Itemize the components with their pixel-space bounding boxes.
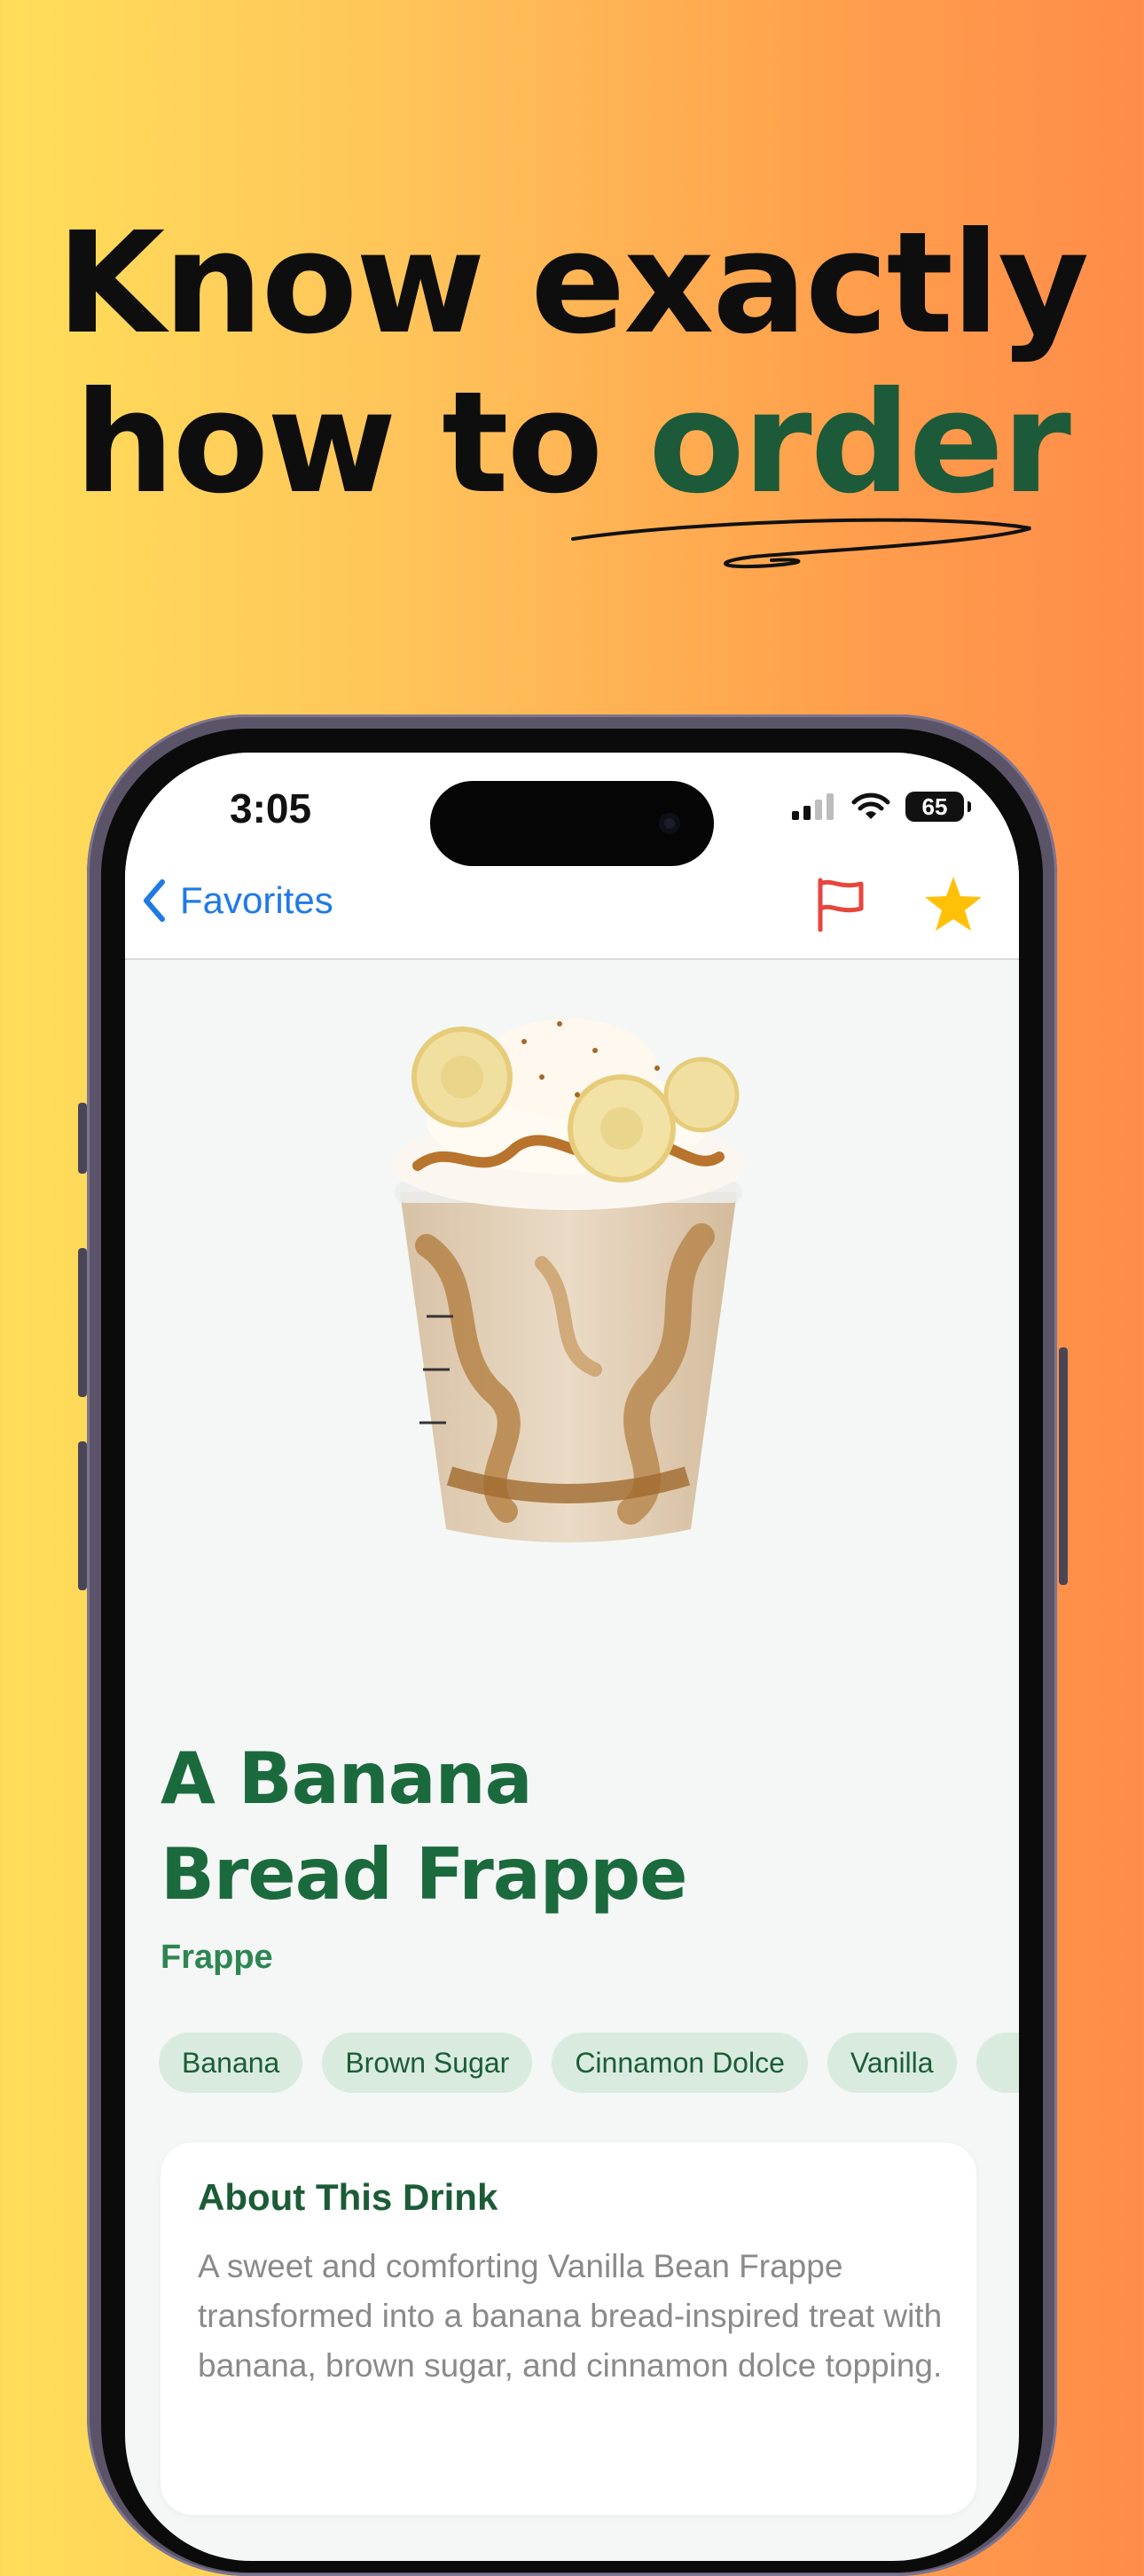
phone-power-button (1059, 1347, 1068, 1585)
headline-accent-word: order (648, 362, 1071, 525)
star-icon[interactable] (923, 875, 983, 933)
headline-line-2-prefix: how to (74, 362, 649, 525)
flag-icon[interactable] (813, 877, 868, 932)
headline-line-1: Know exactly (56, 202, 1089, 365)
headline: Know exactly how to order (0, 204, 1144, 523)
back-button[interactable]: Favorites (141, 878, 333, 923)
headline-line-2: how to order (0, 363, 1144, 523)
underline-squiggle (571, 518, 1031, 569)
tag-overflow[interactable] (976, 2033, 1019, 2093)
ingredient-tags: Banana Brown Sugar Cinnamon Dolce Vanill… (159, 2033, 1019, 2093)
about-card: About This Drink A sweet and comforting … (161, 2143, 976, 2515)
drink-title-line-2: Bread Frappe (161, 1833, 688, 1916)
tag-brown-sugar[interactable]: Brown Sugar (322, 2033, 533, 2093)
drink-image (391, 1019, 746, 1542)
navigation-bar: 3:05 65 Favorites (125, 753, 1019, 960)
phone-screen: 3:05 65 Favorites A Banana Bread Frappe … (125, 753, 1019, 2561)
tag-cinnamon-dolce[interactable]: Cinnamon Dolce (552, 2033, 808, 2093)
camera-icon (659, 813, 680, 834)
wifi-icon (851, 792, 890, 819)
tag-vanilla[interactable]: Vanilla (827, 2033, 957, 2093)
phone-volume-up-button (78, 1248, 87, 1397)
back-button-label: Favorites (180, 879, 333, 921)
drink-category: Frappe (161, 1939, 273, 1976)
cellular-signal-icon (792, 793, 834, 820)
drink-title: A Banana Bread Frappe (161, 1731, 688, 1923)
tag-banana[interactable]: Banana (159, 2033, 303, 2093)
about-body: A sweet and comforting Vanilla Bean Frap… (198, 2248, 943, 2384)
status-icons: 65 (792, 792, 971, 822)
chevron-left-icon (144, 879, 165, 922)
status-time: 3:05 (230, 785, 312, 831)
battery-icon: 65 (905, 792, 971, 822)
phone-volume-down-button (78, 1441, 87, 1590)
drink-title-line-1: A Banana (161, 1737, 533, 1820)
about-heading: About This Drink (198, 2176, 498, 2218)
dynamic-island (430, 781, 714, 866)
phone-action-button (78, 1103, 87, 1174)
